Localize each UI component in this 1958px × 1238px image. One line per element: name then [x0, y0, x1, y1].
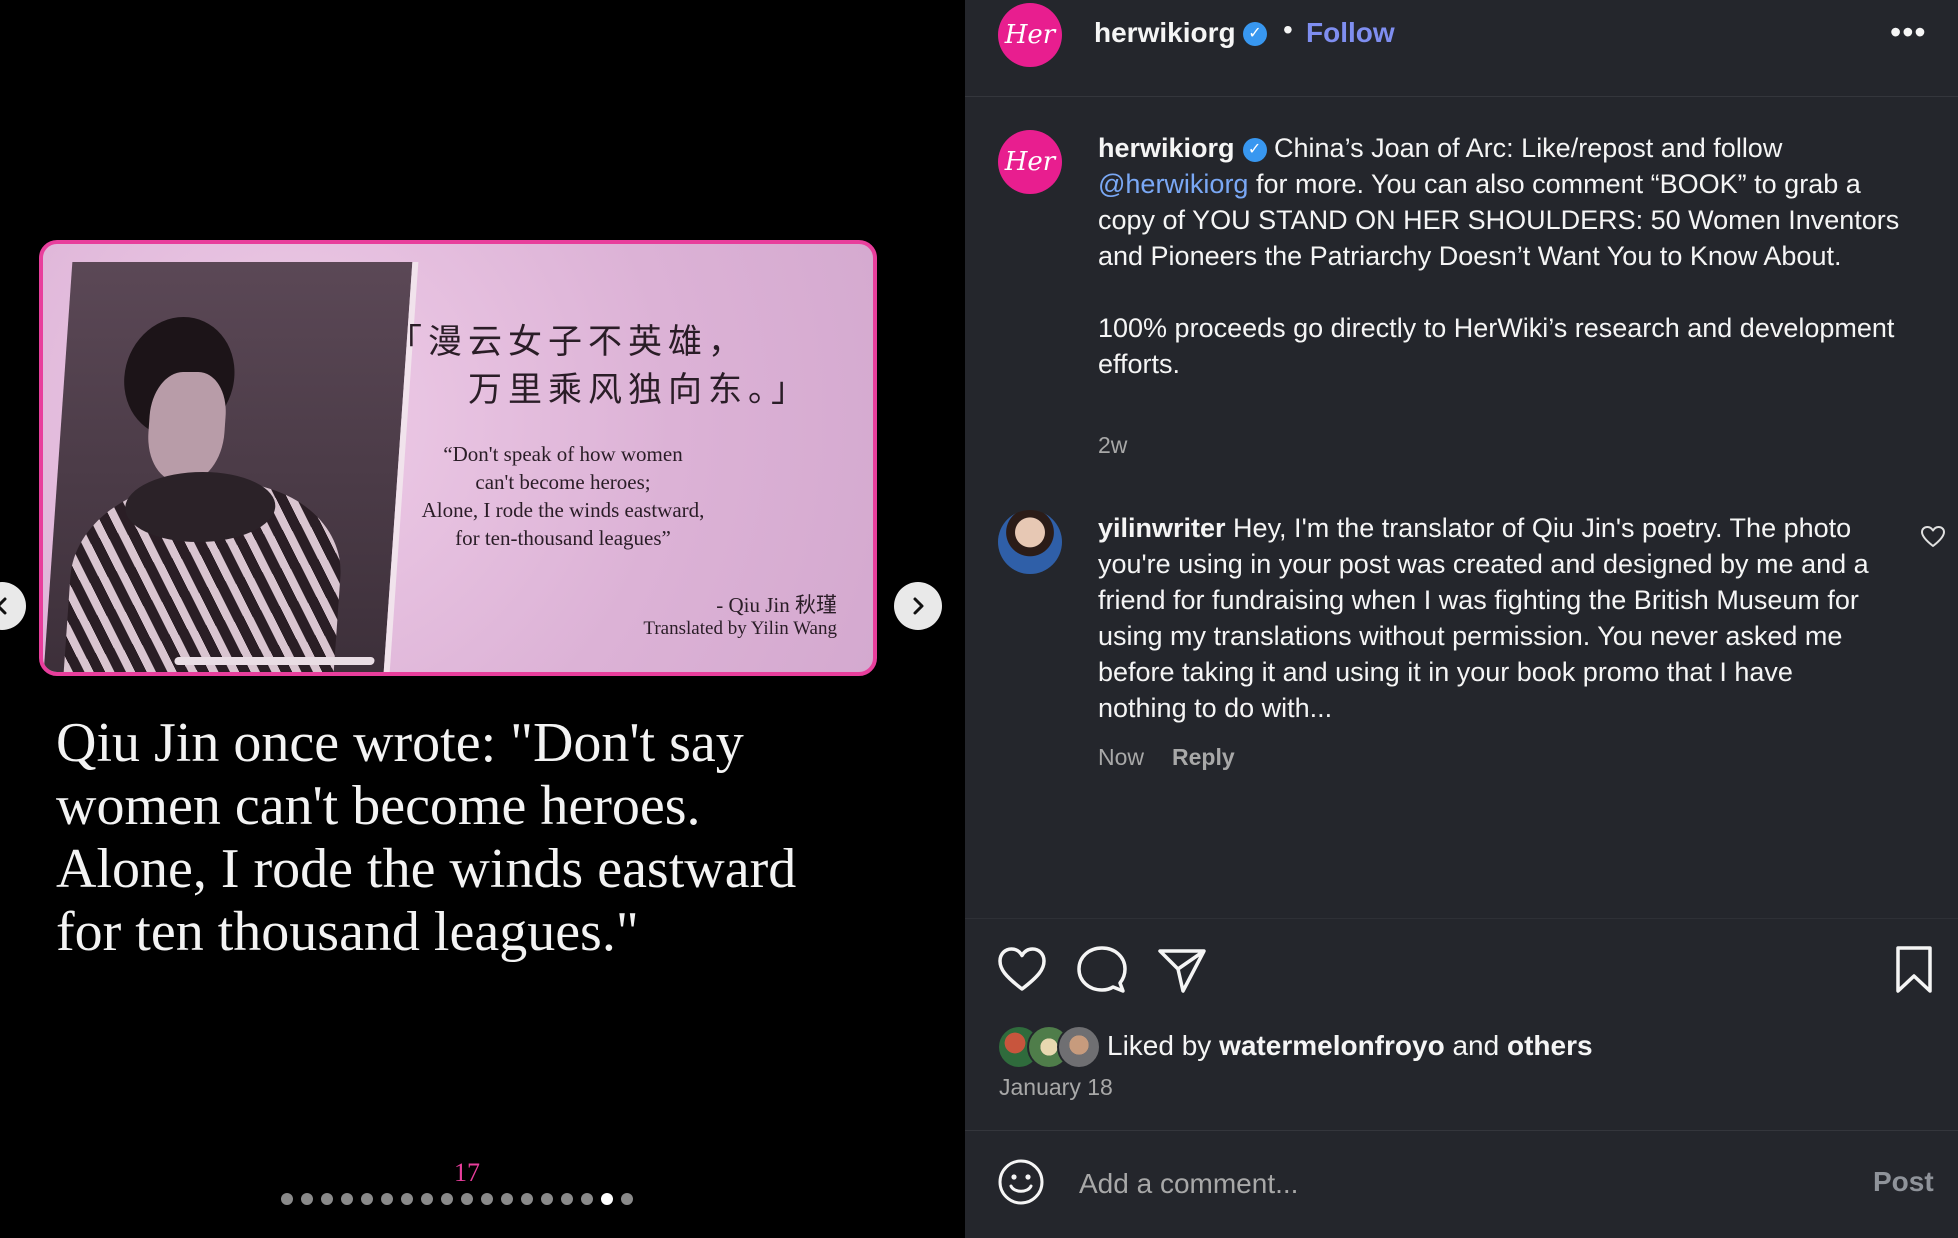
- comment-text: Hey, I'm the translator of Qiu Jin's poe…: [1098, 513, 1869, 723]
- commenter-avatar[interactable]: [998, 510, 1062, 574]
- carousel-dot[interactable]: [321, 1193, 333, 1205]
- carousel-dot[interactable]: [361, 1193, 373, 1205]
- caption-line: women can't become heroes.: [56, 775, 701, 837]
- translation-line: Alone, I rode the winds eastward,: [421, 498, 705, 522]
- more-options-button[interactable]: •••: [1890, 14, 1927, 51]
- carousel-dot[interactable]: [541, 1193, 553, 1205]
- comment-timestamp: Now: [1098, 744, 1145, 770]
- heart-icon: [998, 947, 1046, 991]
- caption-line: for ten thousand leagues.": [56, 901, 639, 963]
- chinese-poem-line-2: 万里乘风独向东。」: [468, 370, 811, 410]
- caption-line: Qiu Jin once wrote: "Don't say: [56, 712, 744, 774]
- liked-by-text: Liked by watermelonfroyo and others: [1107, 1030, 1593, 1062]
- avatar: [1057, 1025, 1101, 1069]
- paper-plane-icon: [1158, 949, 1206, 993]
- liked-by-middle: and: [1444, 1030, 1507, 1061]
- translation-line: “Don't speak of how women: [443, 442, 683, 466]
- carousel-dot[interactable]: [561, 1193, 573, 1205]
- carousel-dot[interactable]: [421, 1193, 433, 1205]
- reply-button[interactable]: Reply: [1172, 744, 1235, 771]
- chinese-poem-line-1: 「漫云女子不英雄，: [388, 322, 748, 362]
- translator-credit: Translated by Yilin Wang: [643, 618, 837, 639]
- bookmark-icon: [1896, 946, 1932, 993]
- caption-text: China’s Joan of Arc: Like/repost and fol…: [1266, 133, 1783, 163]
- post-author-avatar[interactable]: Her: [998, 130, 1062, 194]
- smiley-icon: [998, 1159, 1044, 1205]
- caption-line: Alone, I rode the winds eastward: [56, 838, 797, 900]
- portrait-face: [144, 372, 229, 482]
- chevron-right-icon: [913, 597, 924, 615]
- speech-bubble-icon: [1077, 946, 1127, 993]
- liked-by-user-link[interactable]: watermelonfroyo: [1219, 1030, 1445, 1061]
- liked-by-prefix: Liked by: [1107, 1030, 1220, 1061]
- follow-button[interactable]: Follow: [1306, 17, 1395, 49]
- carousel-dot[interactable]: [341, 1193, 353, 1205]
- like-button[interactable]: [995, 943, 1049, 997]
- carousel-dot[interactable]: [301, 1193, 313, 1205]
- carousel-dot[interactable]: [401, 1193, 413, 1205]
- carousel-dot[interactable]: [621, 1193, 633, 1205]
- previous-slide-button[interactable]: [0, 582, 26, 630]
- post-media-carousel: 「漫云女子不英雄， 万里乘风独向东。」 “Don't speak of how …: [0, 0, 965, 1238]
- translation-line: for ten-thousand leagues”: [455, 526, 671, 550]
- post-date: January 18: [999, 1074, 1113, 1100]
- verified-badge-icon: ✓: [1243, 22, 1267, 46]
- header-separator: •: [1283, 14, 1293, 45]
- post-detail-panel: Her herwikiorg ✓ • Follow ••• Her herwik…: [965, 0, 1958, 1238]
- emoji-button[interactable]: [997, 1158, 1045, 1206]
- caption-paragraph: 100% proceeds go directly to HerWiki’s r…: [1098, 313, 1895, 379]
- carousel-dot[interactable]: [441, 1193, 453, 1205]
- carousel-dot[interactable]: [501, 1193, 513, 1205]
- post-caption: herwikiorg ✓ China’s Joan of Arc: Like/re…: [1098, 130, 1908, 382]
- comment-like-button[interactable]: [1920, 525, 1946, 556]
- divider: [965, 96, 1958, 97]
- quote-card-image: 「漫云女子不英雄， 万里乘风独向东。」 “Don't speak of how …: [39, 240, 877, 676]
- share-button[interactable]: [1155, 943, 1209, 997]
- carousel-dot[interactable]: [601, 1193, 613, 1205]
- post-author-username[interactable]: herwikiorg: [1098, 133, 1235, 163]
- liked-by-avatars[interactable]: [997, 1025, 1101, 1069]
- commenter-username[interactable]: yilinwriter: [1098, 513, 1226, 543]
- carousel-dot[interactable]: [461, 1193, 473, 1205]
- divider: [965, 918, 1958, 919]
- post-comment-button[interactable]: Post: [1873, 1166, 1934, 1198]
- next-slide-button[interactable]: [894, 582, 942, 630]
- divider: [965, 1130, 1958, 1131]
- carousel-dot[interactable]: [521, 1193, 533, 1205]
- header-username[interactable]: herwikiorg: [1094, 17, 1236, 49]
- comment-input[interactable]: [1077, 1163, 1801, 1205]
- carousel-dots: [281, 1193, 633, 1205]
- heart-icon: [1921, 526, 1945, 547]
- post-timestamp[interactable]: 2w: [1098, 432, 1127, 459]
- avatar[interactable]: Her: [998, 3, 1062, 67]
- chevron-left-icon: [0, 597, 7, 615]
- carousel-dot[interactable]: [581, 1193, 593, 1205]
- poem-attribution: - Qiu Jin 秋瑾: [716, 593, 837, 617]
- verified-badge-icon: ✓: [1242, 137, 1267, 162]
- slide-caption: Qiu Jin once wrote: "Don't say women can…: [56, 712, 936, 964]
- translation-line: can't become heroes;: [475, 470, 651, 494]
- slide-number: 17: [454, 1158, 480, 1187]
- carousel-dot[interactable]: [481, 1193, 493, 1205]
- carousel-dot[interactable]: [281, 1193, 293, 1205]
- liked-by-others-link[interactable]: others: [1507, 1030, 1593, 1061]
- comment: yilinwriter Hey, I'm the translator of Q…: [1098, 510, 1888, 726]
- save-button[interactable]: [1887, 943, 1941, 997]
- english-translation: “Don't speak of how women can't become h…: [383, 440, 743, 552]
- portrait-photo: [43, 262, 419, 672]
- mention-link[interactable]: @herwikiorg: [1098, 169, 1248, 199]
- carousel-dot[interactable]: [381, 1193, 393, 1205]
- comment-button[interactable]: [1075, 943, 1129, 997]
- portrait-object: [174, 657, 375, 665]
